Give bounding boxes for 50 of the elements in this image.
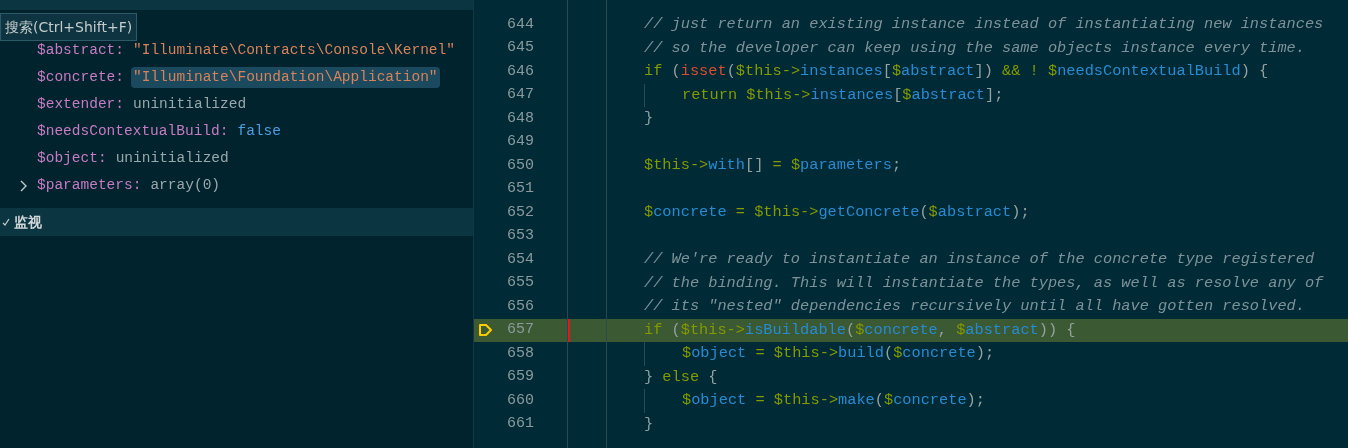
- code-line: return $this->instances[$abstract];: [681, 84, 1004, 106]
- chevron-right-icon[interactable]: [18, 178, 28, 193]
- watch-section-title: 监视: [14, 212, 42, 232]
- line-number: 650: [506, 155, 534, 176]
- variable-value[interactable]: array(0): [150, 174, 221, 197]
- variable-value[interactable]: uninitialized: [133, 93, 247, 116]
- code-line: }: [644, 108, 654, 130]
- line-number: 645: [506, 38, 534, 58]
- code-line: $concrete = $this->getConcrete($abstract);: [644, 202, 1030, 224]
- variable-name: $parameters:: [37, 175, 142, 195]
- variable-name: $concrete:: [37, 67, 124, 87]
- code-line: $this->with[] = $parameters;: [644, 155, 902, 177]
- code-line: $object = $this->build($concrete);: [681, 343, 995, 365]
- variable-name: $abstract:: [37, 40, 124, 60]
- line-number: 653: [506, 226, 534, 246]
- code-line: // so the developer can keep using the same objects instance every time.: [644, 37, 1305, 59]
- line-number: 656: [506, 296, 534, 317]
- line-number: 658: [506, 343, 534, 364]
- code-line: // the binding. This will instantiate the types, as well as resolve any of: [644, 272, 1324, 294]
- variable-name: $needsContextualBuild:: [37, 121, 229, 141]
- code-line: // its "nested" dependencies recursively until all have gotten resolved.: [644, 296, 1305, 318]
- code-line: // just return an existing instance instead of instantiating new instances: [644, 14, 1324, 36]
- line-number: 646: [506, 61, 534, 82]
- code-line: // We're ready to instantiate an instance of the concrete type registered: [644, 249, 1315, 271]
- check-icon: [0, 217, 10, 227]
- line-number: 659: [506, 367, 534, 387]
- line-number: 654: [506, 249, 534, 270]
- line-number: 652: [506, 202, 534, 223]
- code-line: }: [644, 413, 654, 435]
- variable-value[interactable]: "Illuminate\Contracts\Console\Kernel": [133, 39, 455, 62]
- variable-value[interactable]: uninitialized: [115, 147, 229, 170]
- variable-value[interactable]: false: [237, 120, 281, 143]
- line-number: 647: [506, 85, 534, 105]
- code-line: if ($this->isBuildable($concrete, $abstract)) {: [644, 319, 1076, 341]
- code-line: $object = $this->make($concrete);: [681, 390, 985, 412]
- variable-name: $extender:: [37, 94, 124, 114]
- code-line: } else {: [644, 366, 718, 388]
- line-number: 649: [506, 132, 534, 152]
- line-number: 648: [506, 108, 534, 129]
- code-line: if (isset($this->instances[$abstract]) && ! $needsContextualBuild) {: [644, 61, 1269, 83]
- line-number: 657: [506, 320, 534, 340]
- line-number: 655: [506, 273, 534, 293]
- line-number: 661: [506, 414, 534, 434]
- line-number: 651: [506, 179, 534, 199]
- tooltip: 搜索(Ctrl+Shift+F): [0, 13, 138, 41]
- line-number: 644: [506, 14, 534, 35]
- line-number: 660: [506, 390, 534, 411]
- watch-section-header[interactable]: 监视: [0, 208, 473, 236]
- variable-name: $object:: [37, 148, 107, 168]
- breakpoint-arrow-icon: [478, 322, 494, 339]
